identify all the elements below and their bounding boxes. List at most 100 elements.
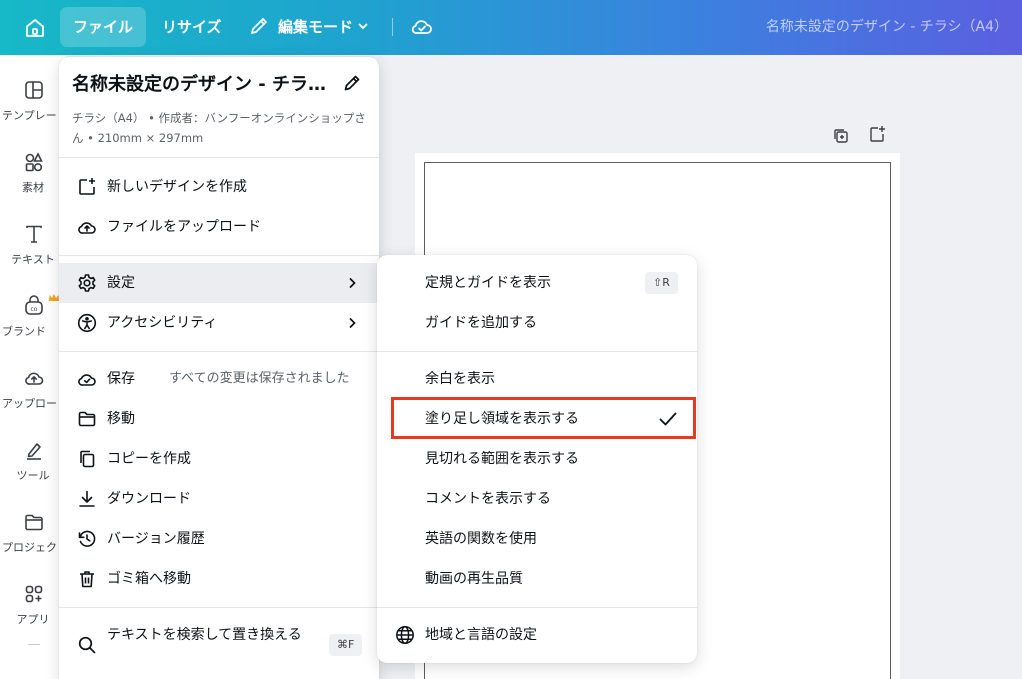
menu-item-save[interactable]: 保存 すべての変更は保存されました [59, 359, 379, 399]
chevron-right-icon [345, 316, 359, 330]
menu-divider [59, 607, 379, 608]
design-meta: チラシ（A4） • 作成者：バンフーオンラインショップさん • 210mm × … [72, 111, 366, 145]
sidebar-item-templates[interactable]: テンプレート [0, 79, 66, 139]
sidebar-item-text[interactable]: テキスト [0, 223, 66, 283]
highlight-annotation-box [391, 397, 696, 439]
submenu-item-label: 見切れる範囲を表示する [425, 451, 579, 467]
menu-item-label: コピーを作成 [107, 451, 191, 467]
menu-divider [59, 157, 379, 158]
shortcut-badge: ⇧R [645, 272, 678, 294]
menu-item-label: 新しいデザインを作成 [107, 179, 247, 195]
home-icon[interactable] [22, 15, 48, 41]
menu-design-title[interactable]: 名称未設定のデザイン - チラ… [72, 70, 332, 96]
menu-item-label: 設定 [107, 275, 135, 291]
menu-item-find-replace[interactable]: テキストを検索して置き換える ⌘F [59, 617, 379, 673]
sidebar-item-label: テンプレート [2, 109, 66, 122]
top-bar: ファイル リサイズ 編集モード 名称未設定のデザイン - チラシ（A4） [0, 0, 1022, 55]
folder-icon [23, 511, 45, 533]
menu-divider [377, 351, 697, 352]
brand-icon: co [23, 295, 45, 317]
submenu-item-show-comments[interactable]: コメントを表示する [377, 479, 697, 519]
add-page-icon[interactable] [868, 125, 886, 143]
submenu-item-label: 定規とガイドを表示 [425, 275, 551, 291]
svg-text:co: co [31, 306, 38, 313]
menu-item-label: アクセシビリティ [107, 315, 218, 331]
menu-item-accessibility[interactable]: アクセシビリティ [59, 303, 379, 343]
folder-icon [77, 409, 97, 429]
sidebar-item-label: テキスト [11, 253, 55, 266]
submenu-item-label: コメントを表示する [425, 491, 551, 507]
submenu-item-label: 余白を表示 [425, 371, 495, 387]
sidebar-item-tools[interactable]: ツール [0, 439, 66, 499]
menu-item-label: ファイルをアップロード [107, 219, 261, 235]
submenu-item-add-guide[interactable]: ガイドを追加する [377, 303, 697, 343]
chevron-down-icon[interactable] [356, 19, 370, 33]
file-menu-button[interactable]: ファイル [60, 7, 146, 47]
file-menu: 名称未設定のデザイン - チラ… チラシ（A4） • 作成者：バンフーオンライン… [59, 57, 379, 679]
upload-icon [23, 367, 45, 389]
gear-icon [77, 273, 97, 293]
menu-item-download[interactable]: ダウンロード [59, 479, 379, 519]
elements-icon [23, 151, 45, 173]
submenu-item-label: 英語の関数を使用 [425, 531, 537, 547]
menu-item-label: 移動 [107, 411, 135, 427]
sidebar-item-label: アップロード [2, 397, 66, 410]
submenu-item-label: 地域と言語の設定 [425, 627, 537, 643]
submenu-item-show-rulers[interactable]: 定規とガイドを表示 ⇧R [377, 263, 697, 303]
tools-icon [23, 439, 45, 461]
history-icon [77, 529, 97, 549]
submenu-item-label: 動画の再生品質 [425, 571, 523, 587]
menu-item-label: 保存 [107, 371, 135, 387]
plus-square-icon [77, 177, 97, 197]
cloud-upload-icon [77, 217, 97, 237]
submenu-item-label: ガイドを追加する [425, 315, 537, 331]
accessibility-icon [77, 313, 97, 333]
sidebar-item-label: プロジェクト [2, 541, 66, 554]
sidebar-item-elements[interactable]: 素材 [0, 151, 66, 211]
sidebar-item-label: 素材 [22, 181, 44, 194]
toolbar-divider [392, 18, 393, 36]
menu-item-version-history[interactable]: バージョン履歴 [59, 519, 379, 559]
globe-icon [395, 625, 415, 645]
pencil-icon [248, 15, 270, 37]
menu-item-make-copy[interactable]: コピーを作成 [59, 439, 379, 479]
menu-item-label: テキストを検索して置き換える [107, 627, 302, 643]
menu-item-upload-file[interactable]: ファイルをアップロード [59, 207, 379, 247]
edit-mode-button[interactable]: 編集モード [278, 7, 353, 47]
trash-icon [77, 569, 97, 589]
chevron-right-icon [345, 276, 359, 290]
cloud-check-icon [77, 369, 97, 389]
menu-divider [377, 607, 697, 608]
copy-icon [77, 449, 97, 469]
menu-item-move-to-trash[interactable]: ゴミ箱へ移動 [59, 559, 379, 599]
sidebar-divider [28, 644, 40, 645]
menu-item-label: ゴミ箱へ移動 [107, 571, 191, 587]
cloud-check-icon[interactable] [410, 15, 434, 39]
menu-item-new-design[interactable]: 新しいデザインを作成 [59, 167, 379, 207]
menu-divider [59, 255, 379, 256]
search-icon [77, 635, 97, 655]
menu-item-settings[interactable]: 設定 [59, 263, 379, 303]
save-status: すべての変更は保存されました [169, 371, 350, 386]
download-icon [77, 489, 97, 509]
submenu-item-show-margins[interactable]: 余白を表示 [377, 359, 697, 399]
submenu-item-english-functions[interactable]: 英語の関数を使用 [377, 519, 697, 559]
resize-button[interactable]: リサイズ [162, 7, 222, 47]
sidebar-item-label: ブランド [2, 325, 46, 338]
menu-divider [59, 351, 379, 352]
sidebar-item-uploads[interactable]: アップロード [0, 367, 66, 427]
settings-submenu: 定規とガイドを表示 ⇧R ガイドを追加する 余白を表示 塗り足し領域を表示する … [377, 255, 697, 663]
design-title[interactable]: 名称未設定のデザイン - チラシ（A4） [766, 7, 1008, 47]
pencil-icon[interactable] [342, 73, 362, 93]
sidebar-item-projects[interactable]: プロジェクト [0, 511, 66, 571]
sidebar-item-label: アプリ [16, 613, 50, 626]
left-sidebar: テンプレート 素材 テキスト co ブランド アップロード ツール プロジェクト… [0, 55, 66, 679]
submenu-item-region-language[interactable]: 地域と言語の設定 [377, 615, 697, 655]
menu-item-move[interactable]: 移動 [59, 399, 379, 439]
duplicate-page-icon[interactable] [832, 127, 850, 145]
submenu-item-show-print-area[interactable]: 見切れる範囲を表示する [377, 439, 697, 479]
sidebar-item-apps[interactable]: アプリ [0, 583, 66, 643]
submenu-item-video-quality[interactable]: 動画の再生品質 [377, 559, 697, 599]
sidebar-item-brand[interactable]: co ブランド [0, 294, 66, 355]
sidebar-item-label: ツール [16, 469, 50, 482]
